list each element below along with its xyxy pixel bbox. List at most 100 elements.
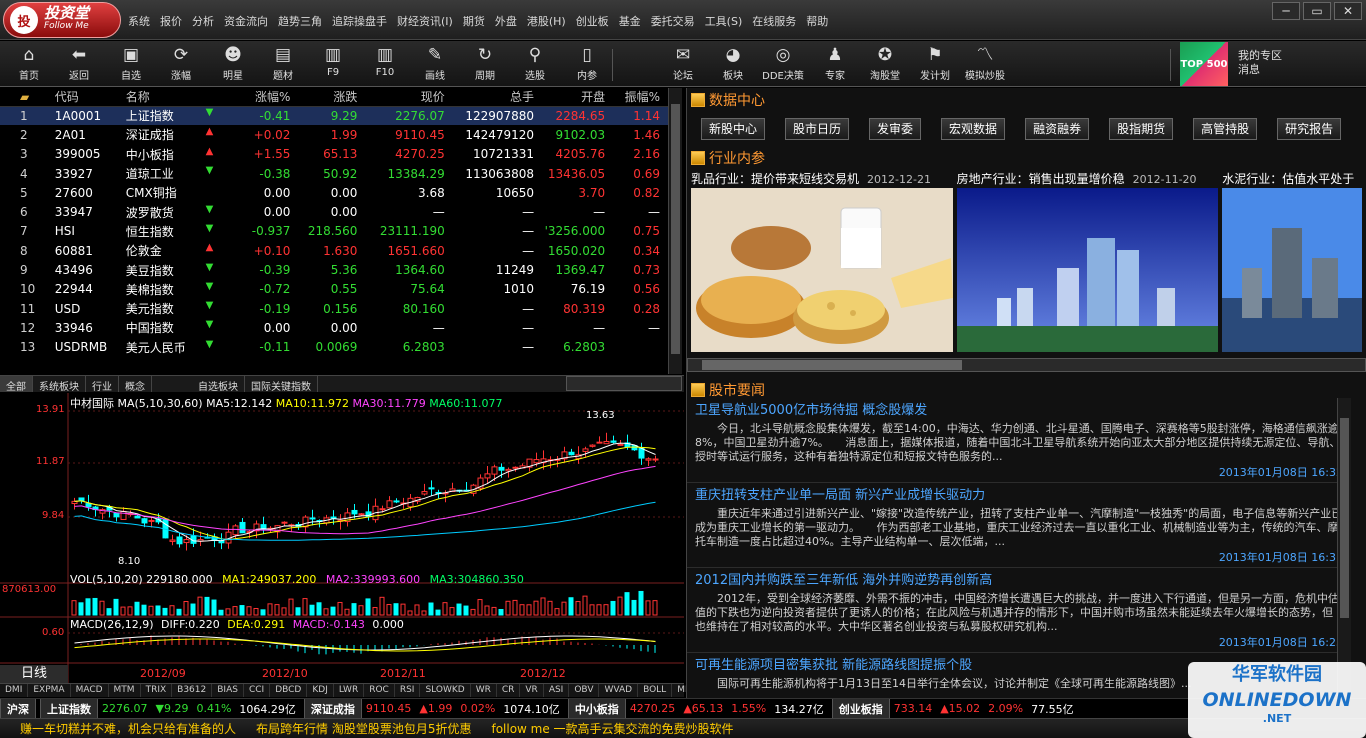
menu-item[interactable]: 财经资讯(I) (397, 13, 453, 29)
menu-item[interactable]: 创业板 (576, 13, 609, 29)
header-name[interactable]: 名称 (119, 88, 222, 107)
header-price[interactable]: 现价 (365, 88, 453, 107)
indicator-tab[interactable]: KDJ (307, 684, 334, 697)
data-center-button[interactable]: 融资融券 (1025, 118, 1090, 140)
toolbar-button-18[interactable]: 〽模拟炒股 (962, 43, 1008, 82)
toolbar-button-5[interactable]: ▤ 题材 (260, 43, 306, 82)
menu-item[interactable]: 期货 (463, 13, 485, 29)
scroll-thumb[interactable] (1340, 418, 1349, 618)
menu-item[interactable]: 追踪操盘手 (332, 13, 387, 29)
data-center-button[interactable]: 宏观数据 (941, 118, 1006, 140)
menu-item[interactable]: 报价 (160, 13, 182, 29)
table-row[interactable]: 12 33946 中国指数 ▼ 0.00 0.00 — — — — (0, 318, 668, 337)
ticker-index-label[interactable]: 中小板指 (567, 699, 626, 718)
toolbar-button-11[interactable]: ▯ 内参 (564, 43, 610, 82)
minimize-icon[interactable]: ─ (1272, 2, 1300, 20)
quote-tab[interactable]: 国际关键指数 (245, 376, 318, 393)
table-row[interactable]: 1 1A0001 上证指数 ▼ -0.41 9.29 2276.07 122907880 228… (0, 106, 668, 126)
toolbar-button-10[interactable]: ⚲ 选股 (512, 43, 558, 82)
menu-item[interactable]: 港股(H) (527, 13, 566, 29)
header-code[interactable]: 代码 (48, 88, 120, 107)
news-headline-link[interactable]: 卫星导航业5000亿市场待掘 概念股爆发 (695, 402, 1343, 420)
toolbar-button-6[interactable]: ▥ F9 (310, 43, 356, 78)
toolbar-button-13[interactable]: ◕ 板块 (710, 43, 756, 82)
kline-chart[interactable]: 中材国际 MA(5,10,30,60) MA5:12.142 MA10:11.9… (0, 393, 684, 683)
close-icon[interactable]: ✕ (1334, 2, 1362, 20)
indicator-tab[interactable]: BIAS (212, 684, 244, 697)
toolbar-button-17[interactable]: ⚑ 发计划 (912, 43, 958, 82)
table-row[interactable]: 9 43496 美豆指数 ▼ -0.39 5.36 1364.60 11249 1369.47 0… (0, 260, 668, 279)
data-center-button[interactable]: 股市日历 (785, 118, 850, 140)
indicator-tab[interactable]: B3612 (172, 684, 213, 697)
city-photo[interactable] (956, 188, 1219, 352)
indicator-tab[interactable]: OBV (569, 684, 600, 697)
scroll-thumb[interactable] (702, 360, 962, 370)
toolbar-button-0[interactable]: ⌂ 首页 (6, 43, 52, 82)
indicator-tab[interactable]: CR (497, 684, 521, 697)
my-zone[interactable]: 我的专区 消息 (1238, 49, 1282, 77)
period-tab[interactable]: 日线 (0, 665, 68, 683)
indicator-tab[interactable]: ROC (364, 684, 395, 697)
dairy-photo[interactable] (691, 188, 953, 352)
industry-card[interactable]: 乳品行业：提价带来短线交易机 2012-12-21 (691, 170, 953, 352)
toolbar-button-3[interactable]: ⟳ 涨幅 (158, 43, 204, 82)
menu-item[interactable]: 基金 (619, 13, 641, 29)
indicator-tab[interactable]: LWR (334, 684, 365, 697)
indicator-tab[interactable]: DMI (0, 684, 29, 697)
data-center-button[interactable]: 新股中心 (701, 118, 766, 140)
industry-card[interactable]: 水泥行业：估值水平处于 (1222, 170, 1363, 352)
app-logo[interactable]: 投 投资堂 Follow Me (3, 2, 121, 38)
table-row[interactable]: 7 HSI 恒生指数 ▼ -0.937 218.560 23111.190 — '3256.00… (0, 222, 668, 241)
toolbar-button-12[interactable]: ✉ 论坛 (660, 43, 706, 82)
menu-item[interactable]: 趋势三角 (278, 13, 322, 29)
indicator-tab[interactable]: TRIX (141, 684, 173, 697)
toolbar-button-4[interactable]: ☻ 明星 (210, 43, 256, 82)
indicator-tab[interactable]: MTM (109, 684, 141, 697)
indicator-tab[interactable]: ASI (544, 684, 570, 697)
table-row[interactable]: 8 60881 伦敦金 ▲ +0.10 1.630 1651.660 — 1650.020 0.3… (0, 241, 668, 260)
ticker-index-label[interactable]: 上证指数 (40, 699, 98, 718)
maximize-icon[interactable]: ▭ (1303, 2, 1331, 20)
marquee-link[interactable]: follow me 一款高手云集交流的免费炒股软件 (491, 720, 733, 737)
header-chg[interactable]: 涨跌 (298, 88, 366, 107)
indicator-tab[interactable]: CCI (244, 684, 271, 697)
indicator-tab[interactable]: WR (471, 684, 497, 697)
marquee-link[interactable]: 赚一车切糕并不难，机会只给有准备的人 (20, 720, 236, 737)
table-row[interactable]: 6 33947 波罗散货 ▼ 0.00 0.00 — — — — (0, 202, 668, 221)
data-center-button[interactable]: 高管持股 (1193, 118, 1258, 140)
indicator-tab[interactable]: SLOWKD (420, 684, 471, 697)
quote-tab[interactable]: 概念 (119, 376, 152, 393)
menu-item[interactable]: 在线服务 (752, 13, 796, 29)
indicator-tab[interactable]: BOLL (638, 684, 673, 697)
scroll-thumb[interactable] (671, 104, 680, 354)
quote-tab[interactable]: 自选板块 (192, 376, 245, 393)
table-row[interactable]: 3 399005 中小板指 ▲ +1.55 65.13 4270.25 10721331 420… (0, 145, 668, 164)
indicator-tab[interactable]: RSI (395, 684, 421, 697)
industry-hscrollbar[interactable] (687, 358, 1366, 372)
news-scrollbar[interactable] (1337, 398, 1351, 698)
toolbar-button-1[interactable]: ⬅ 返回 (56, 43, 102, 82)
ticker-index-label[interactable]: 沪深 (0, 699, 36, 718)
indicator-tab[interactable]: VR (520, 684, 544, 697)
header-volume[interactable]: 总手 (452, 88, 543, 107)
table-row[interactable]: 4 33927 道琼工业 ▼ -0.38 50.92 13384.29 113063808 13… (0, 164, 668, 183)
menu-item[interactable]: 系统 (128, 13, 150, 29)
data-center-button[interactable]: 发审委 (869, 118, 922, 140)
table-row[interactable]: 11 USD 美元指数 ▼ -0.19 0.156 80.160 — 80.319 0.28 (0, 299, 668, 318)
data-center-button[interactable]: 股指期货 (1109, 118, 1174, 140)
menu-item[interactable]: 委托交易 (651, 13, 695, 29)
indicator-tab[interactable]: MACD (71, 684, 109, 697)
toolbar-button-16[interactable]: ✪ 淘股堂 (862, 43, 908, 82)
menu-item[interactable]: 分析 (192, 13, 214, 29)
top500-badge[interactable]: TOP 500 (1180, 42, 1228, 86)
quote-tab[interactable]: 系统板块 (33, 376, 86, 393)
menu-item[interactable]: 外盘 (495, 13, 517, 29)
news-headline-link[interactable]: 2012国内并购跌至三年新低 海外并购逆势再创新高 (695, 572, 1343, 590)
toolbar-button-7[interactable]: ▥ F10 (362, 43, 408, 78)
table-row[interactable]: 13 USDRMB 美元人民币 ▼ -0.11 0.0069 6.2803 — 6.2803 (0, 338, 668, 357)
menu-item[interactable]: 工具(S) (705, 13, 743, 29)
news-headline-link[interactable]: 重庆扭转支柱产业单一局面 新兴产业成增长驱动力 (695, 487, 1343, 505)
ticker-index-label[interactable]: 创业板指 (831, 699, 890, 718)
ticker-index-label[interactable]: 深证成指 (303, 699, 362, 718)
table-row[interactable]: 2 2A01 深证成指 ▲ +0.02 1.99 9110.45 142479120 9102.… (0, 125, 668, 144)
